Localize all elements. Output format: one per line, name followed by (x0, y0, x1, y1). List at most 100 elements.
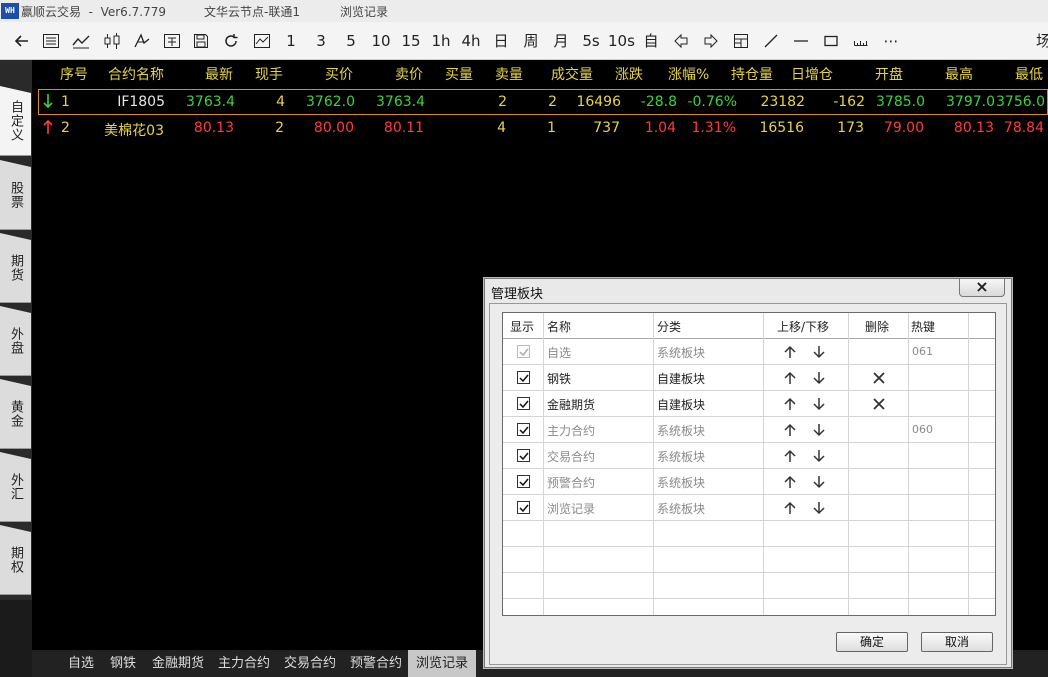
sidetab-forex[interactable]: 外汇 (0, 452, 31, 522)
save-icon[interactable] (188, 29, 214, 53)
period-month[interactable]: 月 (548, 29, 574, 53)
move-down-icon[interactable] (812, 423, 826, 437)
move-down-icon[interactable] (812, 501, 826, 515)
move-up-icon[interactable] (783, 371, 797, 385)
next-arrow-icon[interactable] (698, 29, 724, 53)
move-up-icon[interactable] (783, 397, 797, 411)
period-5[interactable]: 5 (338, 29, 364, 53)
move-down-icon[interactable] (812, 475, 826, 489)
show-checkbox[interactable] (517, 475, 530, 488)
col-bid[interactable]: 买价 (325, 64, 353, 84)
period-3[interactable]: 3 (308, 29, 334, 53)
board-tab-favorites[interactable]: 自选 (60, 650, 102, 677)
move-down-icon[interactable] (812, 371, 826, 385)
more-icon[interactable]: ⋯ (878, 29, 904, 53)
board-tab-main-contracts[interactable]: 主力合约 (210, 650, 278, 677)
move-down-icon[interactable] (812, 449, 826, 463)
sidetab-gold[interactable]: 黄金 (0, 379, 31, 449)
quote-row[interactable]: 2 美棉花03 80.13 2 80.00 80.11 4 1 737 1.04… (38, 116, 1048, 142)
move-up-icon[interactable] (783, 449, 797, 463)
contract-name: IF1805 (117, 94, 165, 110)
delete-icon[interactable] (873, 398, 885, 410)
period-5s[interactable]: 5s (578, 29, 604, 53)
horizontal-line-icon[interactable] (788, 29, 814, 53)
row-index: 1 (61, 94, 70, 110)
col-cur-vol[interactable]: 现手 (255, 64, 283, 84)
period-10[interactable]: 10 (368, 29, 394, 53)
cancel-button[interactable]: 取消 (921, 632, 993, 652)
col-high[interactable]: 最高 (945, 64, 973, 84)
period-week[interactable]: 周 (518, 29, 544, 53)
sidetab-futures[interactable]: 期货 (0, 233, 31, 303)
line-chart-icon[interactable] (68, 29, 94, 53)
show-checkbox[interactable] (517, 501, 530, 514)
col-last[interactable]: 最新 (205, 64, 233, 84)
board-tab-steel[interactable]: 钢铁 (102, 650, 144, 677)
col-name[interactable]: 合约名称 (108, 64, 164, 84)
show-checkbox[interactable] (517, 371, 530, 384)
period-1[interactable]: 1 (278, 29, 304, 53)
sidetab-custom[interactable]: 自定义 (0, 86, 31, 156)
hotkey-value[interactable]: 060 (912, 423, 933, 436)
sidetab-stocks[interactable]: 股票 (0, 160, 31, 230)
row-index: 2 (61, 120, 70, 136)
col-ask[interactable]: 卖价 (395, 64, 423, 84)
board-tab-trading-contracts[interactable]: 交易合约 (276, 650, 344, 677)
ok-button[interactable]: 确定 (836, 632, 908, 652)
grid-col-divider (848, 313, 849, 615)
toolbar-edge-label[interactable]: 场 (1036, 29, 1048, 53)
board-tab-financial-futures[interactable]: 金融期货 (144, 650, 212, 677)
delete-icon[interactable] (873, 372, 885, 384)
col-bid-vol[interactable]: 买量 (445, 64, 473, 84)
period-custom[interactable]: 自 (638, 29, 664, 53)
grid-row-divider (503, 520, 995, 521)
board-category: 系统板块 (657, 346, 706, 360)
app-title: 赢顺云交易 - Ver6.7.779 (21, 4, 166, 19)
period-15[interactable]: 15 (398, 29, 424, 53)
trend-chart-icon[interactable] (249, 29, 275, 53)
prev-arrow-icon[interactable] (668, 29, 694, 53)
move-up-icon[interactable] (783, 475, 797, 489)
draw-line-icon[interactable] (758, 29, 784, 53)
col-ask-vol[interactable]: 卖量 (495, 64, 523, 84)
move-up-icon[interactable] (783, 423, 797, 437)
indicator-icon[interactable] (129, 29, 155, 53)
board-tab-alert-contracts[interactable]: 预警合约 (342, 650, 410, 677)
rectangle-icon[interactable] (818, 29, 844, 53)
col-oi-change[interactable]: 日增仓 (791, 64, 833, 84)
hotkey-value[interactable]: 061 (912, 345, 933, 358)
current-volume: 2 (275, 120, 284, 136)
move-up-icon[interactable] (783, 345, 797, 359)
period-4h[interactable]: 4h (458, 29, 484, 53)
sidetab-overseas[interactable]: 外盘 (0, 306, 31, 376)
tick-detail-icon[interactable] (159, 29, 185, 53)
grid-col-divider (543, 313, 544, 615)
grid-col-name: 名称 (547, 320, 572, 334)
show-checkbox[interactable] (517, 449, 530, 462)
col-open[interactable]: 开盘 (875, 64, 903, 84)
show-checkbox[interactable] (517, 397, 530, 410)
period-10s[interactable]: 10s (608, 29, 635, 53)
col-low[interactable]: 最低 (1015, 64, 1043, 84)
period-day[interactable]: 日 (488, 29, 514, 53)
layout-icon[interactable] (728, 29, 754, 53)
col-change-pct[interactable]: 涨幅% (668, 64, 709, 84)
col-volume[interactable]: 成交量 (551, 64, 593, 84)
col-change[interactable]: 涨跌 (615, 64, 643, 84)
refresh-icon[interactable] (218, 29, 244, 53)
move-up-icon[interactable] (783, 501, 797, 515)
quote-row[interactable]: 1 IF1805 3763.4 4 3762.0 3763.4 2 2 1649… (38, 89, 1048, 115)
move-down-icon[interactable] (812, 397, 826, 411)
board-tab-history[interactable]: 浏览记录 (408, 650, 477, 677)
period-1h[interactable]: 1h (428, 29, 454, 53)
back-arrow-icon[interactable] (9, 29, 35, 53)
move-down-icon[interactable] (812, 345, 826, 359)
show-checkbox[interactable] (517, 423, 530, 436)
sidetab-options[interactable]: 期权 (0, 525, 31, 595)
col-open-interest[interactable]: 持仓量 (731, 64, 773, 84)
dialog-close-button[interactable]: × (959, 279, 1005, 297)
quote-list-icon[interactable] (38, 29, 64, 53)
ruler-icon[interactable] (848, 29, 874, 53)
col-index[interactable]: 序号 (60, 64, 88, 84)
candlestick-icon[interactable] (99, 29, 125, 53)
